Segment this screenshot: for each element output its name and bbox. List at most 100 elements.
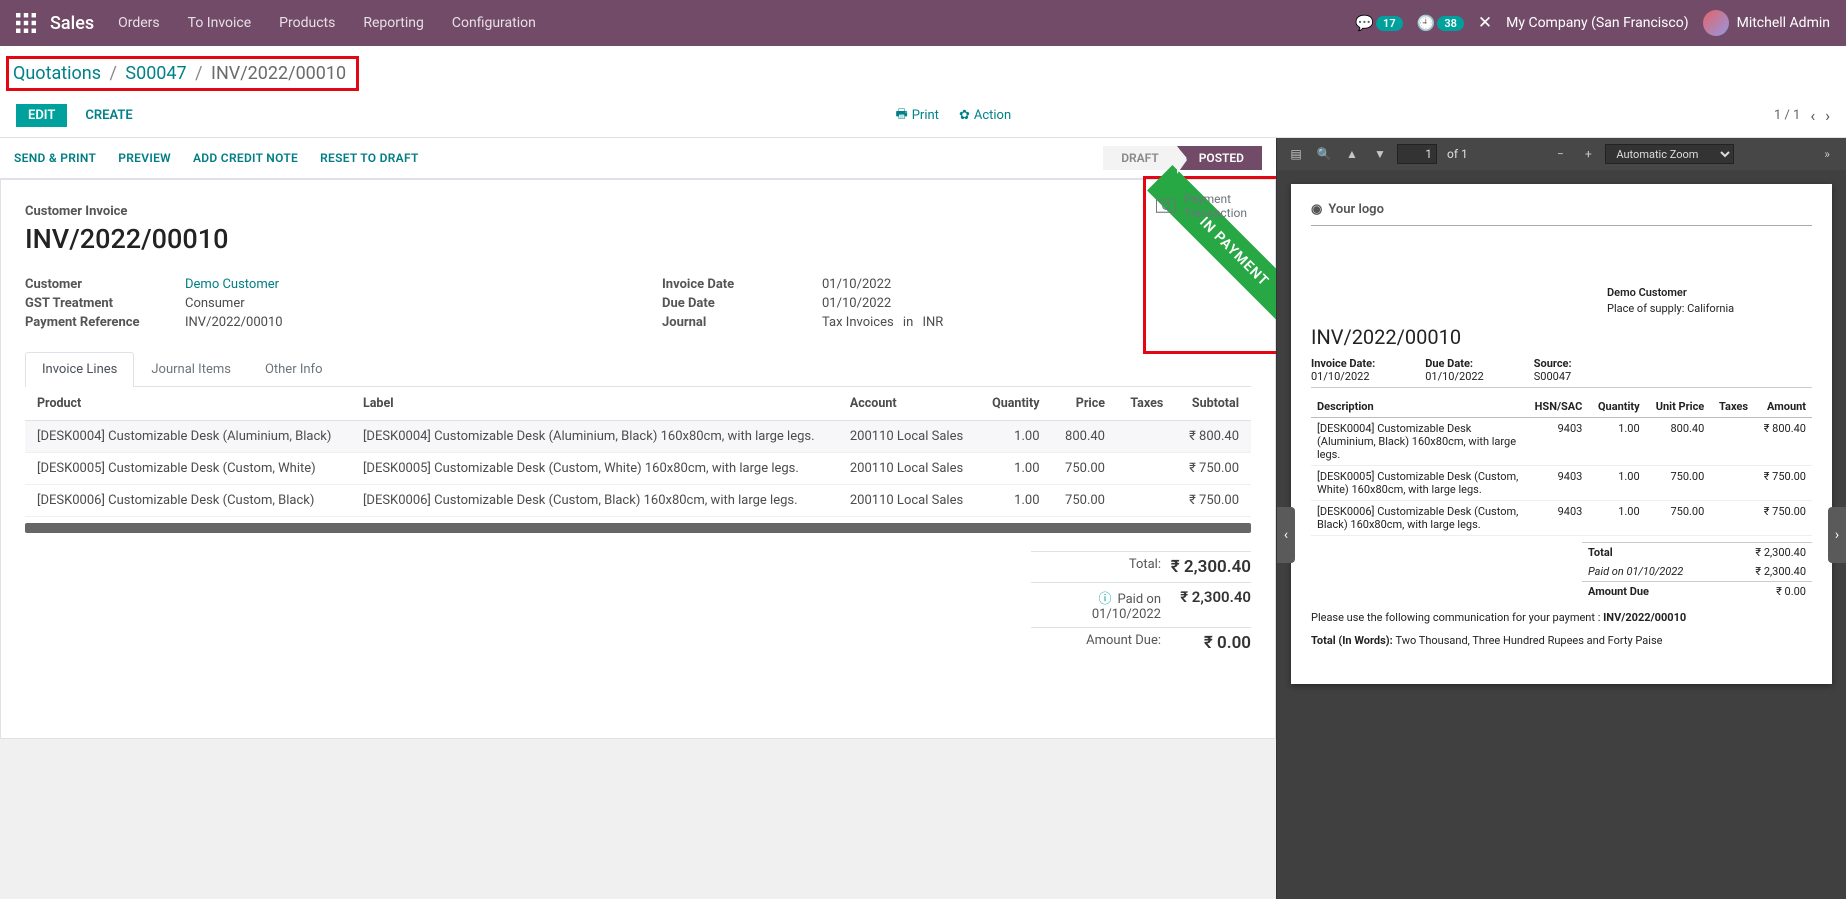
pdf-logo: ◉Your logo — [1311, 202, 1812, 226]
pdf-totals: Total₹ 2,300.40 Paid on 01/10/2022₹ 2,30… — [1582, 542, 1812, 601]
pdf-words-note: Total (In Words): Two Thousand, Three Hu… — [1311, 634, 1812, 647]
preview-button[interactable]: PREVIEW — [118, 151, 171, 165]
reset-to-draft-button[interactable]: RESET TO DRAFT — [320, 151, 419, 165]
chat-badge: 17 — [1376, 16, 1403, 31]
table-scrollbar[interactable] — [25, 523, 1251, 533]
value-invoice-date: 01/10/2022 — [822, 277, 891, 292]
th-label[interactable]: Label — [351, 387, 838, 421]
th-account[interactable]: Account — [838, 387, 979, 421]
apps-icon[interactable] — [16, 13, 36, 33]
tools-icon[interactable]: » — [1816, 143, 1838, 165]
menu-reporting[interactable]: Reporting — [363, 15, 424, 31]
tab-other-info[interactable]: Other Info — [248, 352, 340, 386]
activities-button[interactable]: 🕘38 — [1417, 14, 1464, 32]
tab-journal-items[interactable]: Journal Items — [134, 352, 248, 386]
table-row[interactable]: [DESK0005] Customizable Desk (Custom, Wh… — [25, 453, 1251, 485]
action-button[interactable]: ✿Action — [959, 105, 1011, 127]
value-journal[interactable]: Tax Invoices — [822, 315, 894, 330]
clock-badge: 38 — [1437, 16, 1464, 31]
sidebar-toggle-icon[interactable]: ▤ — [1285, 143, 1307, 165]
zoom-select[interactable]: Automatic Zoom — [1605, 144, 1734, 164]
th-quantity[interactable]: Quantity — [978, 387, 1051, 421]
due-label: Amount Due: — [1031, 633, 1161, 653]
table-row[interactable]: [DESK0006] Customizable Desk (Custom, Bl… — [25, 485, 1251, 517]
value-currency[interactable]: INR — [923, 315, 944, 330]
label-gst: GST Treatment — [25, 296, 185, 311]
total-value: ₹ 2,300.40 — [1161, 557, 1251, 577]
table-row: [DESK0005] Customizable Desk (Custom, Wh… — [1311, 466, 1812, 501]
breadcrumb-current: INV/2022/00010 — [211, 63, 346, 84]
pdf-collapse-icon[interactable]: ‹ — [1277, 507, 1295, 563]
label-due-date: Due Date — [662, 296, 822, 311]
th-taxes[interactable]: Taxes — [1117, 387, 1175, 421]
form-title-label: Customer Invoice — [25, 204, 1251, 219]
page-of: of 1 — [1447, 147, 1468, 161]
payment-transaction-button[interactable]: PaymentTransaction — [1156, 192, 1247, 220]
user-name: Mitchell Admin — [1737, 15, 1830, 31]
invoice-lines-table: Product Label Account Quantity Price Tax… — [25, 387, 1251, 517]
close-icon[interactable]: ✕ — [1478, 13, 1492, 33]
company-selector[interactable]: My Company (San Francisco) — [1506, 15, 1688, 31]
totals-block: Total: ₹ 2,300.40 ⓘPaid on 01/10/2022 ₹ … — [1031, 551, 1251, 658]
menu-configuration[interactable]: Configuration — [452, 15, 536, 31]
create-button[interactable]: CREATE — [85, 108, 132, 123]
form-body: PaymentTransaction IN PAYMENT Customer I… — [0, 179, 1276, 739]
page-down-icon[interactable]: ▼ — [1369, 143, 1391, 165]
top-navbar: Sales Orders To Invoice Products Reporti… — [0, 0, 1846, 46]
pdf-body[interactable]: ‹ › ◉Your logo Demo Customer Place of su… — [1277, 170, 1846, 899]
label-journal: Journal — [662, 315, 822, 330]
control-panel: EDIT CREATE 🖶Print ✿Action 1 / 1 ‹ › — [0, 98, 1846, 138]
due-value: ₹ 0.00 — [1161, 633, 1251, 653]
gear-icon: ✿ — [959, 108, 970, 123]
menu-orders[interactable]: Orders — [118, 15, 160, 31]
th-price[interactable]: Price — [1052, 387, 1117, 421]
pdf-customer-block: Demo Customer Place of supply: Californi… — [1607, 286, 1812, 315]
page-up-icon[interactable]: ▲ — [1341, 143, 1363, 165]
th-product[interactable]: Product — [25, 387, 351, 421]
topnav-right: 💬17 🕘38 ✕ My Company (San Francisco) Mit… — [1355, 10, 1830, 36]
zoom-out-icon[interactable]: − — [1549, 143, 1571, 165]
breadcrumb-quotations[interactable]: Quotations — [13, 63, 101, 84]
info-icon[interactable]: ⓘ — [1098, 592, 1111, 607]
value-customer[interactable]: Demo Customer — [185, 277, 279, 292]
breadcrumb-highlight: Quotations / S00047 / INV/2022/00010 — [6, 56, 359, 91]
print-button[interactable]: 🖶Print — [895, 105, 938, 127]
send-print-button[interactable]: SEND & PRINT — [14, 151, 96, 165]
messaging-button[interactable]: 💬17 — [1355, 14, 1402, 32]
breadcrumb-order[interactable]: S00047 — [125, 63, 186, 84]
label-payment-ref: Payment Reference — [25, 315, 185, 330]
breadcrumb-sep: / — [109, 63, 116, 84]
value-payment-ref: INV/2022/00010 — [185, 315, 283, 330]
stage-draft[interactable]: DRAFT — [1103, 146, 1177, 170]
chat-icon: 💬 — [1355, 14, 1374, 32]
status-stages: DRAFT POSTED — [1103, 146, 1262, 170]
menu-to-invoice[interactable]: To Invoice — [188, 15, 252, 31]
pager-next-icon[interactable]: › — [1825, 106, 1830, 125]
table-row: [DESK0004] Customizable Desk (Aluminium,… — [1311, 418, 1812, 466]
add-credit-note-button[interactable]: ADD CREDIT NOTE — [193, 151, 298, 165]
tab-invoice-lines[interactable]: Invoice Lines — [25, 352, 134, 387]
stage-posted[interactable]: POSTED — [1177, 146, 1262, 170]
breadcrumb-row: Quotations / S00047 / INV/2022/00010 — [0, 46, 1846, 98]
main-menu: Orders To Invoice Products Reporting Con… — [118, 15, 1355, 31]
pdf-expand-icon[interactable]: › — [1828, 507, 1846, 563]
edit-button[interactable]: EDIT — [16, 104, 67, 127]
menu-products[interactable]: Products — [279, 15, 335, 31]
pager-prev-icon[interactable]: ‹ — [1810, 106, 1815, 125]
table-row[interactable]: [DESK0004] Customizable Desk (Aluminium,… — [25, 421, 1251, 453]
print-icon: 🖶 — [895, 105, 907, 127]
pdf-lines-table: Description HSN/SAC Quantity Unit Price … — [1311, 396, 1812, 536]
zoom-in-icon[interactable]: + — [1577, 143, 1599, 165]
table-row: [DESK0006] Customizable Desk (Custom, Bl… — [1311, 501, 1812, 536]
pdf-page: ◉Your logo Demo Customer Place of supply… — [1291, 184, 1832, 684]
search-icon[interactable]: 🔍 — [1313, 143, 1335, 165]
user-menu[interactable]: Mitchell Admin — [1703, 10, 1830, 36]
label-customer: Customer — [25, 277, 185, 292]
paid-value: ₹ 2,300.40 — [1161, 588, 1251, 622]
page-input[interactable] — [1397, 144, 1437, 164]
label-invoice-date: Invoice Date — [662, 277, 822, 292]
th-subtotal[interactable]: Subtotal — [1175, 387, 1251, 421]
statusbar: SEND & PRINT PREVIEW ADD CREDIT NOTE RES… — [0, 138, 1276, 179]
brand-title[interactable]: Sales — [50, 13, 94, 34]
pdf-invoice-title: INV/2022/00010 — [1311, 325, 1812, 349]
